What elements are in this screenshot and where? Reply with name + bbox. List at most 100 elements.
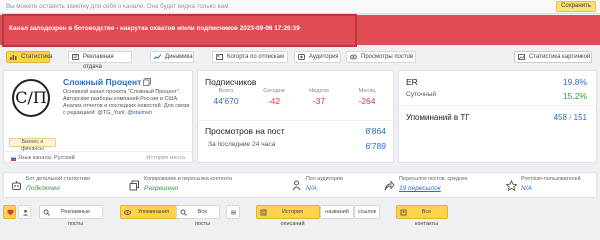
- divider: [399, 105, 596, 106]
- subscribers-card: Подписчиков Всего 44'670 Сегодня -42 Нед…: [197, 70, 394, 163]
- tab-label: Просмотры постов: [361, 54, 414, 60]
- description-history-button[interactable]: История описаний: [256, 205, 320, 227]
- info-label: Пересылок постов, среднее: [399, 176, 468, 182]
- eye-icon: [124, 210, 131, 215]
- tab-statistics[interactable]: Статистика: [6, 51, 53, 63]
- stat-label: Месяц: [358, 88, 376, 94]
- tab-post-views[interactable]: Просмотры постов: [346, 51, 416, 63]
- info-stat-bot: Бот детальной статистики Подключен: [6, 176, 124, 196]
- channel-profile-card: С/П Сложный Процент Основной канал проек…: [3, 70, 193, 163]
- stat-label: Сегодня: [263, 88, 285, 94]
- info-premium-users: Premium-пользователей N/A: [501, 176, 595, 196]
- subscribers-title: Подписчиков: [205, 77, 257, 87]
- stat-week: Неделя -37: [301, 88, 337, 106]
- tab-label: Рекламная отдача: [83, 54, 114, 70]
- ads-icon: [72, 54, 79, 60]
- names-history-button[interactable]: названий: [320, 205, 354, 219]
- button-label: Все контакты: [414, 209, 439, 227]
- info-label: Бот детальной статистики: [26, 176, 91, 182]
- copy-icon: [129, 180, 139, 191]
- premium-icon: [506, 180, 517, 191]
- button-label: названий: [325, 209, 349, 215]
- description-text: Основной канал проекта "Сложный Процент"…: [63, 89, 190, 116]
- info-label: Premium-пользователей: [521, 176, 581, 182]
- views-per-post-value: 8'864: [365, 126, 386, 136]
- stat-today: Сегодня -42: [256, 88, 292, 106]
- stat-value: -264: [358, 96, 376, 106]
- search-icon: [43, 209, 50, 216]
- button-label: Упоминания: [137, 209, 170, 215]
- ads-posts-button[interactable]: Рекламные посты: [39, 205, 103, 227]
- favorite-button[interactable]: [3, 205, 16, 219]
- links-history-button[interactable]: ссылок: [354, 205, 380, 219]
- info-label: Пол аудитории: [306, 176, 343, 182]
- alert-highlight-frame: [2, 14, 357, 47]
- channel-name[interactable]: Сложный Процент: [63, 77, 141, 87]
- tab-audience[interactable]: Аудитория: [294, 51, 341, 63]
- er-value: 19.8%: [562, 77, 587, 87]
- category-tag[interactable]: Бизнес и финансы: [9, 138, 56, 152]
- stat-value: -42: [267, 96, 281, 106]
- share-icon: [384, 180, 395, 191]
- heart-icon: [7, 209, 14, 216]
- avatar[interactable]: С/П: [12, 79, 50, 117]
- stat-value: 44'670: [213, 96, 239, 106]
- history-link[interactable]: История места: [146, 155, 185, 161]
- audience-icon: [298, 54, 305, 60]
- er-label: ER: [406, 77, 418, 87]
- save-button[interactable]: Сохранить: [556, 1, 596, 12]
- mentions-total[interactable]: 458: [554, 113, 567, 122]
- copy-icon[interactable]: [143, 78, 151, 86]
- divider: [198, 120, 393, 121]
- cohort-icon: [216, 54, 223, 60]
- more-button[interactable]: [226, 205, 240, 219]
- image-icon: [518, 54, 525, 60]
- tab-ads-return[interactable]: Рекламная отдача: [68, 51, 132, 70]
- tab-label: Статистика: [21, 54, 53, 60]
- stat-total: Всего 44'670: [208, 88, 244, 106]
- bot-icon: [12, 181, 21, 190]
- info-value: N/A: [306, 185, 317, 192]
- daily-er-label: Суточный: [406, 91, 437, 98]
- tg-mentions-value[interactable]: 458 / 151: [554, 113, 587, 122]
- all-contacts-button[interactable]: Все контакты: [396, 205, 448, 227]
- daily-er-value: 15.2%: [562, 91, 587, 101]
- search-icon: [180, 209, 187, 216]
- stats-icon: [10, 55, 17, 60]
- history-icon: [260, 209, 267, 216]
- stats-as-image-button[interactable]: Статистика картинкой: [514, 51, 592, 63]
- note-placeholder[interactable]: Вы можете оставить заметку для себя о ка…: [6, 3, 228, 10]
- description-link[interactable]: stalmen: [133, 110, 152, 116]
- info-label: Копирование и пересылка контента: [144, 176, 233, 182]
- tab-label: Динамика: [165, 54, 193, 60]
- tab-label: Когорта по отпискам: [227, 54, 285, 60]
- tab-label: Аудитория: [309, 54, 339, 60]
- button-label: ссылок: [357, 209, 377, 215]
- stat-label: Всего: [218, 88, 234, 94]
- bottom-action-bar: Рекламные посты Упоминания Все посты Ист…: [0, 203, 600, 227]
- channel-description: Основной канал проекта "Сложный Процент"…: [63, 89, 190, 117]
- info-value[interactable]: 19 пересылок: [399, 185, 501, 192]
- stats-as-image-label: Статистика картинкой: [529, 54, 591, 60]
- stat-value: -37: [312, 96, 326, 106]
- tab-unsubscribe-cohort[interactable]: Когорта по отпискам: [212, 51, 288, 63]
- info-value: Разрешено: [144, 185, 179, 192]
- views-24h-value: 6'789: [365, 141, 386, 151]
- all-posts-button[interactable]: Все посты: [176, 205, 220, 227]
- tab-dynamics[interactable]: Динамика: [150, 51, 194, 63]
- user-icon: [22, 209, 29, 216]
- button-label: История описаний: [280, 209, 305, 227]
- chart-icon: [154, 54, 161, 60]
- mentions-button[interactable]: Упоминания: [120, 205, 178, 219]
- add-to-list-button[interactable]: [18, 205, 31, 219]
- language-text: Язык канала: Русский: [18, 155, 75, 161]
- note-bar[interactable]: Вы можете оставить заметку для себя о ка…: [0, 0, 600, 14]
- views-per-post-title: Просмотров на пост: [205, 126, 285, 136]
- er-card: ER 19.8% Суточный 15.2% Упоминаний в ТГ …: [398, 70, 597, 163]
- mentions-channels[interactable]: 151: [574, 113, 587, 122]
- info-value: Подключен: [26, 185, 60, 192]
- button-label: Все посты: [194, 209, 211, 227]
- channel-language: Язык канала: Русский: [11, 155, 75, 161]
- list-icon: [231, 210, 236, 215]
- divider: [4, 151, 192, 152]
